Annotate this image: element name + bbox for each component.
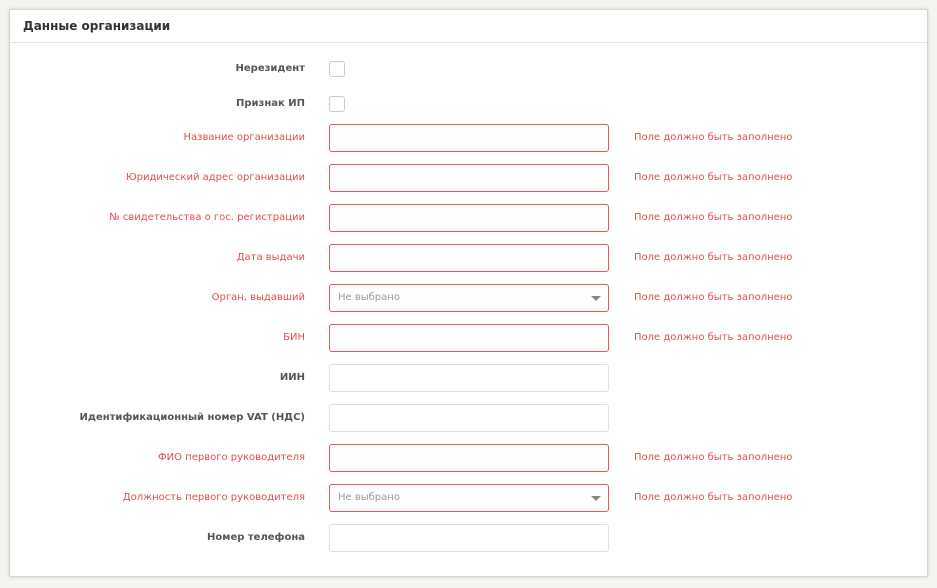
org-name-input[interactable] — [329, 124, 609, 152]
row-director-position: Должность первого руководителя Не выбран… — [10, 484, 927, 512]
organization-data-panel: Данные организации Нерезидент Признак ИП… — [9, 9, 928, 577]
issuer-selected-value: Не выбрано — [338, 292, 400, 303]
issue-date-input[interactable] — [329, 244, 609, 272]
bin-input[interactable] — [329, 324, 609, 352]
vat-input[interactable] — [329, 404, 609, 432]
director-position-error: Поле должно быть заполнено — [634, 492, 793, 503]
row-vat: Идентификационный номер VAT (НДС) — [10, 404, 927, 432]
row-phone: Номер телефона — [10, 524, 927, 552]
row-bin: БИН Поле должно быть заполнено — [10, 324, 927, 352]
issue-date-label: Дата выдачи — [236, 252, 305, 263]
row-reg-cert: № свидетельства о гос. регистрации Поле … — [10, 204, 927, 232]
nonresident-checkbox[interactable] — [329, 61, 345, 77]
row-org-name: Название организации Поле должно быть за… — [10, 124, 927, 152]
row-ip-flag: Признак ИП — [10, 90, 927, 118]
reg-cert-label: № свидетельства о гос. регистрации — [109, 212, 305, 223]
director-position-select[interactable]: Не выбрано — [329, 484, 609, 512]
row-director-name: ФИО первого руководителя Поле должно быт… — [10, 444, 927, 472]
iin-label: ИИН — [279, 372, 305, 383]
org-name-label: Название организации — [183, 132, 306, 143]
issuer-label: Орган, выдавший — [211, 292, 305, 303]
vat-label: Идентификационный номер VAT (НДС) — [79, 412, 306, 423]
bin-label: БИН — [283, 332, 305, 343]
row-iin: ИИН — [10, 364, 927, 392]
ip-flag-checkbox[interactable] — [329, 96, 345, 112]
chevron-down-icon — [591, 296, 601, 301]
legal-address-label: Юридический адрес организации — [125, 172, 305, 183]
director-position-label: Должность первого руководителя — [122, 492, 305, 503]
row-issuer: Орган, выдавший Не выбрано Поле должно б… — [10, 284, 927, 312]
issuer-error: Поле должно быть заполнено — [634, 292, 793, 303]
row-nonresident: Нерезидент — [10, 55, 927, 83]
director-name-error: Поле должно быть заполнено — [634, 452, 793, 463]
reg-cert-input[interactable] — [329, 204, 609, 232]
issue-date-error: Поле должно быть заполнено — [634, 252, 793, 263]
row-issue-date: Дата выдачи Поле должно быть заполнено — [10, 244, 927, 272]
chevron-down-icon — [591, 496, 601, 501]
issuer-select[interactable]: Не выбрано — [329, 284, 609, 312]
phone-input[interactable] — [329, 524, 609, 552]
legal-address-input[interactable] — [329, 164, 609, 192]
legal-address-error: Поле должно быть заполнено — [634, 172, 793, 183]
iin-input[interactable] — [329, 364, 609, 392]
row-legal-address: Юридический адрес организации Поле должн… — [10, 164, 927, 192]
bin-error: Поле должно быть заполнено — [634, 332, 793, 343]
director-name-input[interactable] — [329, 444, 609, 472]
ip-flag-label: Признак ИП — [235, 98, 305, 109]
org-name-error: Поле должно быть заполнено — [634, 132, 793, 143]
panel-title: Данные организации — [10, 10, 927, 43]
nonresident-label: Нерезидент — [235, 63, 305, 74]
reg-cert-error: Поле должно быть заполнено — [634, 212, 793, 223]
phone-label: Номер телефона — [207, 532, 305, 543]
director-position-selected-value: Не выбрано — [338, 492, 400, 503]
director-name-label: ФИО первого руководителя — [158, 452, 305, 463]
